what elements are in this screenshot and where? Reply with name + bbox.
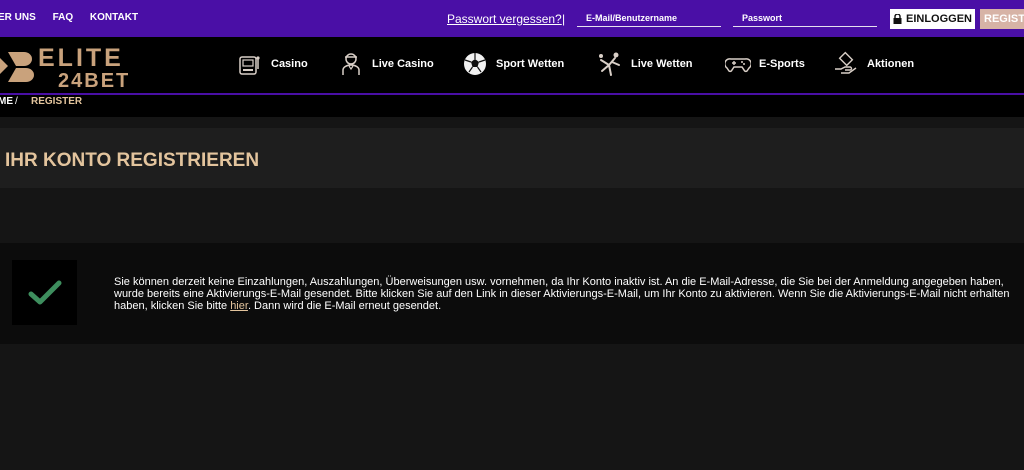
breadcrumb — [0, 95, 1024, 117]
nav-label: Aktionen — [867, 58, 915, 70]
login-label: EINLOGGEN — [905, 13, 972, 25]
gamepad-icon — [725, 58, 751, 73]
gift-hand-icon — [835, 51, 857, 74]
email-field[interactable] — [577, 9, 721, 27]
logo[interactable]: ELITE 24BET — [0, 44, 154, 92]
message-text: Sie können derzeit keine Einzahlungen, A… — [114, 276, 1019, 312]
page-title: IHR KONTO REGISTRIEREN — [5, 150, 260, 171]
nav-sport-wetten[interactable]: Sport Wetten — [462, 50, 564, 78]
kicker-icon — [599, 52, 620, 76]
soccer-ball-icon — [464, 53, 486, 75]
nav-casino[interactable]: Casino — [237, 50, 308, 78]
nav-label: Live Wetten — [631, 58, 693, 70]
logo-word: ELITE — [38, 44, 124, 72]
faq-link[interactable]: FAQ — [53, 12, 74, 23]
breadcrumb-current: REGISTER — [31, 96, 83, 107]
nav-label: E-Sports — [759, 58, 805, 70]
contact-link[interactable]: KONTAKT — [90, 12, 138, 23]
register-button[interactable]: REGISTRIEREN — [980, 9, 1024, 29]
message-end: . Dann wird die E-Mail erneut gesendet. — [247, 300, 442, 312]
nav-e-sports[interactable]: E-Sports — [725, 50, 805, 78]
top-links: ER UNS FAQ KONTAKT — [0, 12, 152, 23]
breadcrumb-home[interactable]: ME — [0, 96, 13, 107]
nav-label: Live Casino — [372, 58, 434, 70]
success-box — [12, 260, 77, 325]
nav-label: Casino — [271, 58, 308, 70]
slot-machine-icon — [239, 56, 260, 75]
nav-live-wetten[interactable]: Live Wetten — [597, 50, 693, 78]
forgot-password-link[interactable]: Passwort vergessen? — [447, 12, 562, 26]
checkmark-icon — [28, 280, 61, 304]
nav-live-casino[interactable]: Live Casino — [338, 50, 434, 78]
dealer-icon — [342, 53, 360, 75]
nav-aktionen[interactable]: Aktionen — [833, 50, 914, 78]
logo-sub: 24BET — [58, 70, 131, 92]
password-field[interactable] — [733, 9, 877, 27]
lock-icon — [893, 14, 902, 24]
breadcrumb-separator: / — [15, 96, 18, 107]
resend-link[interactable]: hier — [230, 300, 248, 312]
nav-label: Sport Wetten — [496, 58, 565, 70]
logo-mark-icon — [0, 52, 34, 82]
separator: | — [562, 12, 566, 26]
login-button[interactable]: EINLOGGEN — [890, 9, 975, 29]
about-link[interactable]: ER UNS — [0, 12, 36, 23]
